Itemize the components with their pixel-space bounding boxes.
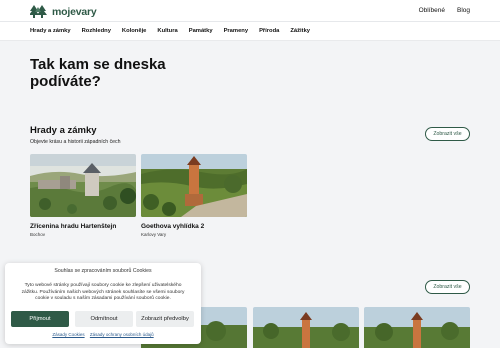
cookie-consent-dialog: Souhlas se zpracováním souborů Cookies T… bbox=[5, 263, 201, 344]
nav-blog-link[interactable]: Blog bbox=[457, 7, 470, 14]
card-location: Karlovy Vary bbox=[141, 231, 167, 237]
section-title: Hrady a zámky bbox=[30, 125, 97, 136]
brand-name: mojevary bbox=[52, 5, 97, 18]
place-card-hartenstejn[interactable]: Zřícenina hradu Hartenštejn Bochov bbox=[30, 154, 136, 237]
place-photo[interactable] bbox=[364, 307, 470, 348]
category-prameny[interactable]: Prameny bbox=[224, 28, 249, 34]
card-title: Zřícenina hradu Hartenštejn bbox=[30, 223, 117, 230]
category-kultura[interactable]: Kultura bbox=[157, 28, 177, 34]
nav-favorites-link[interactable]: Oblíbené bbox=[419, 7, 445, 14]
accept-cookies-button[interactable]: Přijmout bbox=[11, 311, 69, 327]
cookie-dialog-title: Souhlas se zpracováním souborů Cookies bbox=[54, 268, 152, 274]
place-card-goethova-vyhlidka[interactable]: Goethova vyhlídka 2 Karlovy Vary bbox=[141, 154, 247, 237]
card-title: Goethova vyhlídka 2 bbox=[141, 223, 205, 230]
logo[interactable]: mojevary bbox=[30, 4, 97, 19]
category-priroda[interactable]: Příroda bbox=[259, 28, 279, 34]
show-all-button-2[interactable]: Zobrazit vše bbox=[425, 280, 470, 294]
category-kolonady[interactable]: Koloněje bbox=[122, 28, 146, 34]
cookie-policy-link[interactable]: Zásady Cookies bbox=[52, 332, 84, 337]
category-hrady-a-zamky[interactable]: Hrady a zámky bbox=[30, 28, 71, 34]
castle-ruin-photo bbox=[30, 154, 136, 217]
trees-logo-icon bbox=[30, 5, 47, 18]
top-bar: mojevary Oblíbené Blog bbox=[0, 0, 500, 22]
privacy-policy-link[interactable]: Zásady ochrany osobních údajů bbox=[90, 332, 154, 337]
show-all-button[interactable]: Zobrazit vše bbox=[425, 127, 470, 141]
lookout-tower-photo bbox=[141, 154, 247, 217]
category-zazitky[interactable]: Zážitky bbox=[290, 28, 310, 34]
place-photo[interactable] bbox=[253, 307, 359, 348]
deny-cookies-button[interactable]: Odmítnout bbox=[75, 311, 133, 327]
card-location: Bochov bbox=[30, 231, 46, 237]
category-rozhledny[interactable]: Rozhledny bbox=[82, 28, 111, 34]
cookie-preferences-button[interactable]: Zobrazit předvolby bbox=[136, 311, 194, 327]
hero-title: Tak kam se dneska podíváte? bbox=[30, 56, 166, 90]
section-subtitle: Objevte krásu a historii západních čech bbox=[30, 139, 121, 145]
cookie-dialog-text: Tyto webové stránky používají soubory co… bbox=[21, 283, 185, 301]
category-nav: Hrady a zámky Rozhledny Koloněje Kultura… bbox=[0, 22, 500, 41]
category-pamatky[interactable]: Památky bbox=[189, 28, 213, 34]
